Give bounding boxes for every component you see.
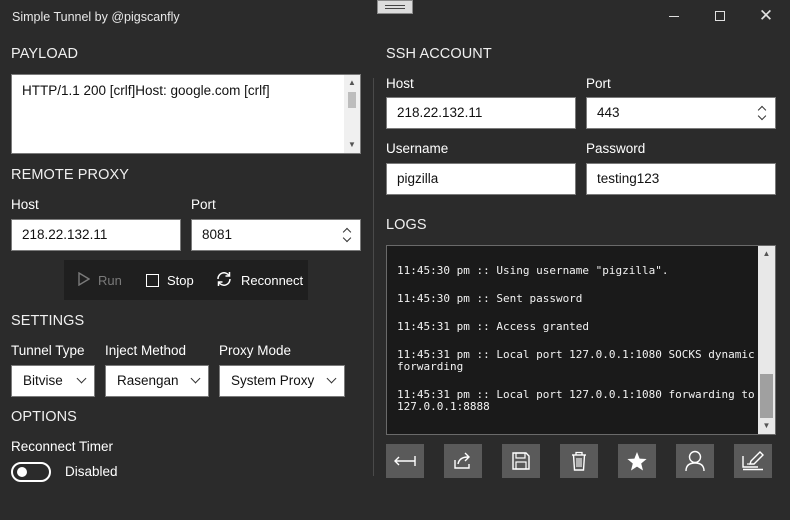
chevron-down-icon xyxy=(76,373,87,384)
title-bar[interactable]: Simple Tunnel by @pigscanfly ✕ xyxy=(0,0,790,36)
tunnel-type-label: Tunnel Type xyxy=(11,343,85,358)
scroll-thumb[interactable] xyxy=(348,92,356,108)
drag-handle-icon[interactable] xyxy=(377,0,413,14)
remote-proxy-title: REMOTE PROXY xyxy=(11,167,130,183)
close-button[interactable]: ✕ xyxy=(743,0,789,32)
log-line: 11:45:31 pm :: Access granted xyxy=(397,320,590,333)
toggle-knob xyxy=(17,467,27,477)
proxy-port-stepper[interactable]: 8081 xyxy=(191,219,361,251)
logs-title: LOGS xyxy=(386,217,427,233)
ssh-port-label: Port xyxy=(586,76,611,91)
star-icon xyxy=(626,451,648,472)
log-line: 11:45:30 pm :: Sent password xyxy=(397,292,583,305)
ssh-host-input[interactable]: 218.22.132.11 xyxy=(386,97,576,129)
reconnect-button[interactable]: Reconnect xyxy=(215,260,303,300)
settings-title: SETTINGS xyxy=(11,313,85,329)
proxy-host-label: Host xyxy=(11,197,39,212)
chevron-down-icon xyxy=(190,373,201,384)
stop-label: Stop xyxy=(167,272,194,288)
username-input[interactable]: pigzilla xyxy=(386,163,576,195)
maximize-icon xyxy=(715,11,725,22)
proxy-port-label: Port xyxy=(191,197,216,212)
reconnect-timer-toggle[interactable] xyxy=(11,462,51,482)
edit-icon xyxy=(742,451,764,471)
ssh-port-value: 443 xyxy=(597,105,620,120)
options-title: OPTIONS xyxy=(11,409,77,425)
spinner-icon[interactable] xyxy=(343,226,352,244)
logs-scrollbar[interactable]: ▲ ▼ xyxy=(758,246,775,434)
username-label: Username xyxy=(386,141,449,156)
log-line: 11:45:30 pm :: Using username "pigzilla"… xyxy=(397,264,669,277)
ssh-port-stepper[interactable]: 443 xyxy=(586,97,776,129)
scroll-up-icon[interactable]: ▲ xyxy=(344,75,360,91)
share-icon xyxy=(453,452,473,470)
logs-output[interactable]: 11:45:30 pm :: Using username "pigzilla"… xyxy=(386,245,776,435)
window-title: Simple Tunnel by @pigscanfly xyxy=(12,10,180,24)
minimize-icon xyxy=(669,15,679,17)
password-input[interactable]: testing123 xyxy=(586,163,776,195)
arrow-left-right-button[interactable] xyxy=(386,444,424,478)
play-icon xyxy=(78,271,91,289)
delete-button[interactable] xyxy=(560,444,598,478)
favorite-button[interactable] xyxy=(618,444,656,478)
log-line: 11:45:31 pm :: Local port 127.0.0.1:1080… xyxy=(397,388,755,413)
ssh-account-title: SSH ACCOUNT xyxy=(386,46,492,62)
spinner-icon[interactable] xyxy=(758,104,767,122)
inject-method-label: Inject Method xyxy=(105,343,187,358)
proxy-port-value: 8081 xyxy=(202,227,233,242)
scroll-up-icon[interactable]: ▲ xyxy=(758,246,775,262)
reconnect-label: Reconnect xyxy=(241,272,304,288)
payload-input[interactable]: HTTP/1.1 200 [crlf]Host: google.com [crl… xyxy=(11,74,361,154)
ssh-host-label: Host xyxy=(386,76,414,91)
stop-button[interactable]: Stop xyxy=(146,260,194,300)
payload-scrollbar[interactable]: ▲ ▼ xyxy=(344,75,360,153)
payload-text: HTTP/1.1 200 [crlf]Host: google.com [crl… xyxy=(22,83,270,98)
log-lines: 11:45:30 pm :: Using username "pigzilla"… xyxy=(397,265,757,429)
log-line: 11:45:31 pm :: Local port 127.0.0.1:1080… xyxy=(397,348,755,373)
stop-icon xyxy=(146,273,159,287)
proxy-mode-value: System Proxy xyxy=(231,373,315,388)
share-button[interactable] xyxy=(444,444,482,478)
arrow-left-right-icon xyxy=(394,453,416,469)
scroll-down-icon[interactable]: ▼ xyxy=(344,137,360,153)
proxy-host-input[interactable]: 218.22.132.11 xyxy=(11,219,181,251)
minimize-button[interactable] xyxy=(651,0,697,32)
payload-title: PAYLOAD xyxy=(11,46,79,62)
user-icon xyxy=(685,450,705,472)
chevron-down-icon xyxy=(326,373,337,384)
tunnel-type-select[interactable]: Bitvise xyxy=(11,365,95,397)
maximize-button[interactable] xyxy=(697,0,743,32)
inject-method-value: Rasengan xyxy=(117,373,179,388)
column-divider xyxy=(373,78,374,476)
run-label: Run xyxy=(98,272,122,288)
tunnel-type-value: Bitvise xyxy=(23,373,63,388)
scroll-thumb[interactable] xyxy=(760,374,773,418)
connection-toolbar: Run Stop Reconnect xyxy=(64,260,308,300)
reconnect-timer-label: Reconnect Timer xyxy=(11,439,114,454)
password-label: Password xyxy=(586,141,646,156)
save-icon xyxy=(512,452,530,470)
inject-method-select[interactable]: Rasengan xyxy=(105,365,209,397)
user-button[interactable] xyxy=(676,444,714,478)
proxy-mode-select[interactable]: System Proxy xyxy=(219,365,345,397)
trash-icon xyxy=(571,451,587,471)
scroll-down-icon[interactable]: ▼ xyxy=(758,418,775,434)
proxy-mode-label: Proxy Mode xyxy=(219,343,292,358)
save-button[interactable] xyxy=(502,444,540,478)
edit-button[interactable] xyxy=(734,444,772,478)
reconnect-icon xyxy=(215,270,233,291)
run-button[interactable]: Run xyxy=(78,260,122,300)
reconnect-timer-state: Disabled xyxy=(65,464,118,479)
